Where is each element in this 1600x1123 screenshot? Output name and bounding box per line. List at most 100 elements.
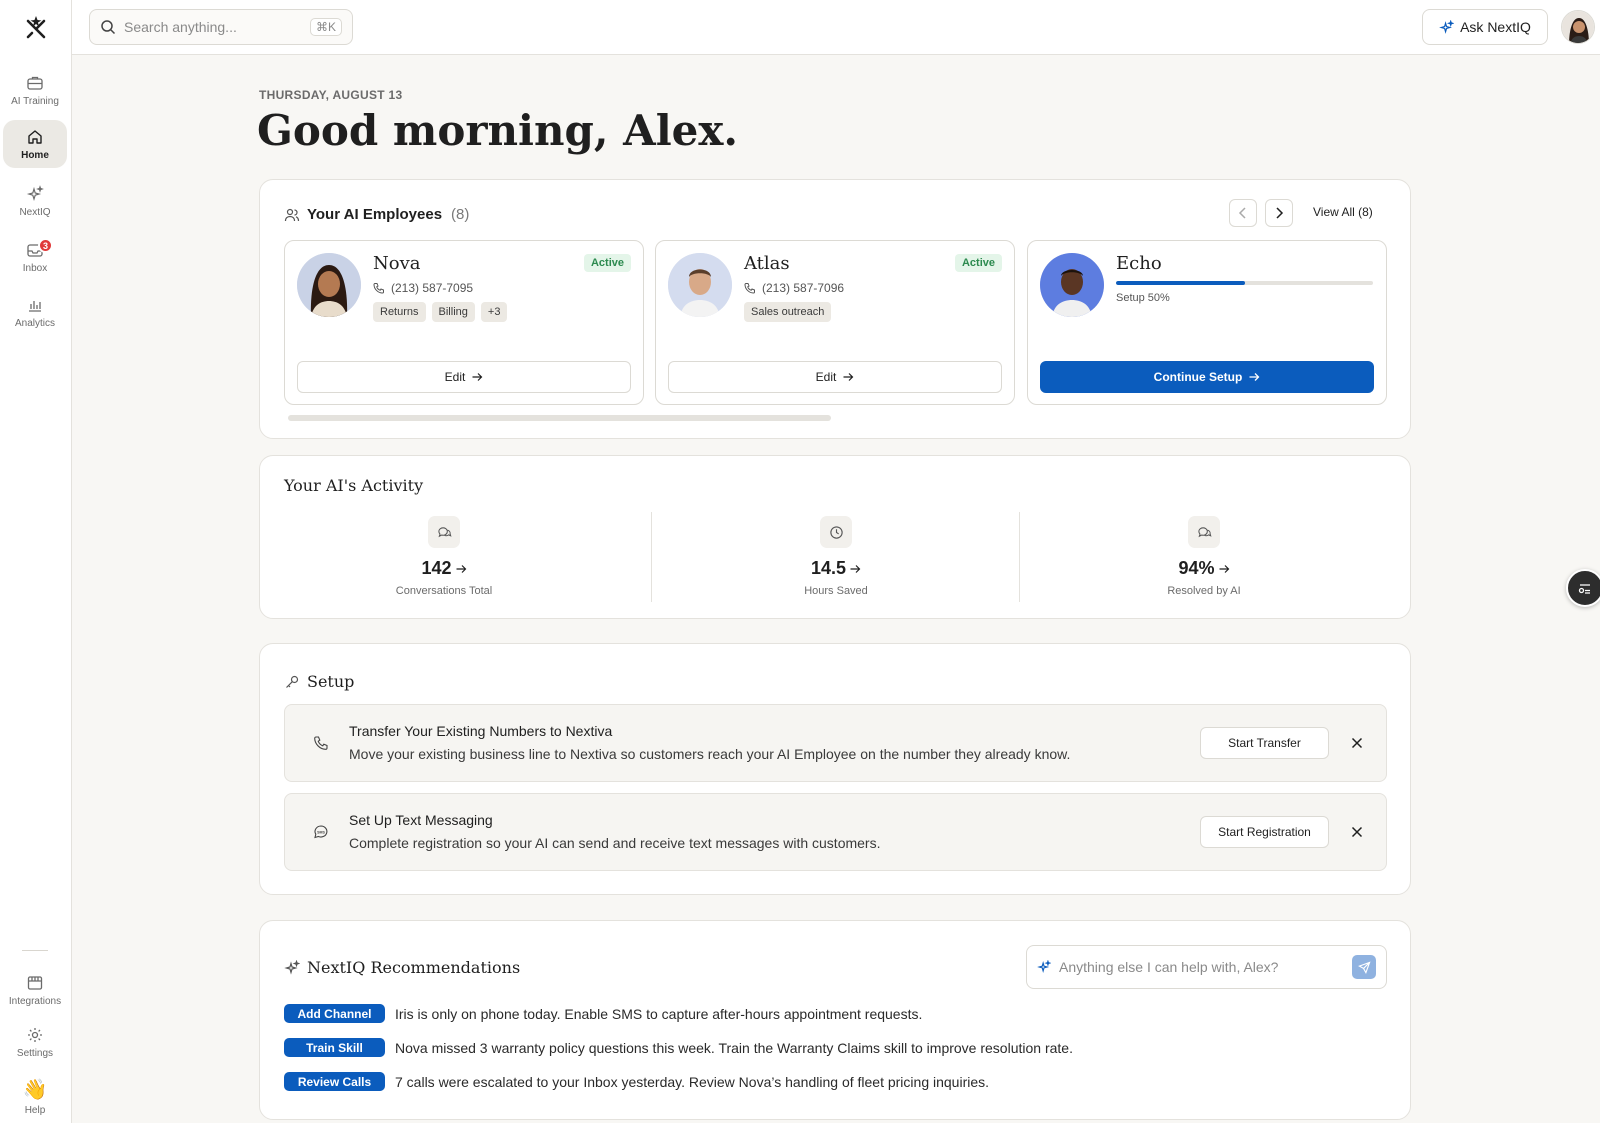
search-input[interactable]: Search anything... ⌘K — [89, 9, 353, 45]
employee-phone: (213) 587-7096 — [744, 281, 844, 295]
key-icon — [286, 675, 299, 688]
nextiq-chat-input[interactable]: Anything else I can help with, Alex? — [1026, 945, 1387, 989]
metric-number: 142 — [421, 558, 452, 578]
train-skill-button[interactable]: Train Skill — [284, 1038, 385, 1057]
employee-card-nova[interactable]: Nova Active (213) 587-7095 Returns Billi… — [284, 240, 644, 405]
employee-avatar — [668, 253, 732, 317]
view-all-employees-link[interactable]: View All (8) — [1313, 205, 1373, 219]
ai-employees-title: Your AI Employees (8) — [284, 206, 469, 223]
carousel-scrollbar[interactable] — [288, 415, 831, 421]
employee-tags: Sales outreach — [744, 302, 832, 322]
metric-hours-saved[interactable]: 14.5 Hours Saved — [652, 512, 1020, 602]
sidebar-item-label: Analytics — [14, 317, 55, 329]
continue-setup-label: Continue Setup — [1153, 370, 1243, 384]
recommendation-text: 7 calls were escalated to your Inbox yes… — [395, 1073, 990, 1090]
sidebar-item-inbox[interactable]: 3 Inbox — [3, 233, 67, 281]
home-icon — [28, 129, 42, 144]
setup-task-description: Complete registration so your AI can sen… — [349, 835, 881, 851]
edit-employee-button[interactable]: Edit — [297, 361, 631, 393]
users-icon — [284, 208, 300, 221]
topbar: Search anything... ⌘K Ask NextIQ — [72, 0, 1600, 55]
metric-resolved[interactable]: 94% Resolved by AI — [1020, 512, 1388, 602]
arrow-right-icon — [843, 373, 854, 381]
continue-setup-button[interactable]: Continue Setup — [1040, 361, 1374, 393]
recommendation-item: Review Calls 7 calls were escalated to y… — [284, 1072, 989, 1091]
employee-tags: Returns Billing +3 — [373, 302, 508, 322]
chevron-left-icon — [1238, 207, 1246, 219]
recommendation-text: Nova missed 3 warranty policy questions … — [395, 1039, 1073, 1056]
setup-task-transfer: Transfer Your Existing Numbers to Nextiv… — [284, 704, 1387, 782]
sidebar-item-help[interactable]: 👋 Help — [3, 1072, 67, 1122]
metric-value: 142 — [260, 558, 628, 579]
edit-employee-button[interactable]: Edit — [668, 361, 1002, 393]
employee-phone-number: (213) 587-7095 — [391, 281, 474, 295]
sidebar-divider — [22, 950, 48, 951]
metric-number: 94% — [1178, 558, 1215, 578]
wave-hand-icon: 👋 — [22, 1078, 48, 1101]
metric-conversations[interactable]: 142 Conversations Total — [260, 512, 628, 602]
skill-tag: Sales outreach — [744, 302, 832, 322]
setup-progress-bar — [1116, 281, 1373, 285]
phone-icon — [373, 283, 384, 294]
carousel-next-button[interactable] — [1265, 199, 1293, 227]
page-title: Good morning, Alex. — [257, 106, 739, 155]
close-icon[interactable] — [1349, 824, 1365, 840]
sidebar-item-label: Home — [21, 149, 49, 161]
employee-phone: (213) 587-7095 — [373, 281, 473, 295]
metric-value: 14.5 — [652, 558, 1020, 579]
employee-card-echo[interactable]: Echo Setup 50% Continue Setup — [1027, 240, 1387, 405]
recommendations-heading: NextIQ Recommendations — [307, 958, 521, 977]
sidebar-item-integrations[interactable]: Integrations — [3, 966, 67, 1014]
send-button[interactable] — [1352, 955, 1376, 979]
send-icon — [1357, 960, 1371, 974]
review-calls-button[interactable]: Review Calls — [284, 1072, 385, 1091]
phone-icon — [314, 736, 328, 750]
ai-activity-title: Your AI's Activity — [284, 476, 424, 495]
start-transfer-button[interactable]: Start Transfer — [1200, 727, 1329, 759]
floating-panel-button[interactable] — [1566, 569, 1600, 607]
nextiva-logo-icon[interactable] — [21, 13, 51, 43]
metric-number: 14.5 — [810, 558, 847, 578]
sidebar-item-label: Settings — [16, 1047, 54, 1059]
employee-name: Echo — [1116, 253, 1162, 274]
sidebar-item-home[interactable]: Home — [3, 120, 67, 168]
recommendation-item: Add Channel Iris is only on phone today.… — [284, 1004, 922, 1023]
setup-card: Setup Transfer Your Existing Numbers to … — [259, 643, 1411, 895]
ask-nextiq-button[interactable]: Ask NextIQ — [1422, 9, 1548, 45]
carousel-prev-button[interactable] — [1229, 199, 1257, 227]
recommendation-text: Iris is only on phone today. Enable SMS … — [395, 1005, 923, 1022]
chevron-right-icon — [1276, 207, 1284, 219]
add-channel-button[interactable]: Add Channel — [284, 1004, 385, 1023]
metric-icon-box — [428, 516, 460, 548]
employee-avatar — [1040, 253, 1104, 317]
setup-task-title: Transfer Your Existing Numbers to Nextiv… — [349, 723, 613, 739]
clock-icon — [829, 525, 843, 539]
svg-text:SMS: SMS — [317, 830, 325, 834]
status-badge: Active — [583, 254, 631, 272]
sidebar-item-label: NextIQ — [19, 206, 51, 218]
user-avatar[interactable] — [1561, 10, 1595, 44]
employee-avatar — [297, 253, 361, 317]
employee-card-atlas[interactable]: Atlas Active (213) 587-7096 Sales outrea… — [655, 240, 1015, 405]
close-icon[interactable] — [1349, 735, 1365, 751]
sidebar-item-settings[interactable]: Settings — [3, 1018, 67, 1066]
more-tags-tag[interactable]: +3 — [480, 302, 508, 322]
setup-task-description: Move your existing business line to Next… — [349, 746, 1071, 762]
search-shortcut: ⌘K — [309, 18, 342, 36]
sidebar-item-ai-training[interactable]: AI Training — [3, 66, 67, 114]
start-registration-button[interactable]: Start Registration — [1200, 816, 1329, 848]
employee-phone-number: (213) 587-7096 — [762, 281, 845, 295]
metric-label: Conversations Total — [395, 585, 493, 597]
setup-heading: Setup — [307, 672, 355, 691]
arrow-right-icon — [1249, 373, 1260, 381]
metric-icon-box — [1188, 516, 1220, 548]
sidebar-item-nextiq[interactable]: NextIQ — [3, 177, 67, 225]
sparkle-icon — [1037, 960, 1051, 974]
search-icon — [101, 20, 116, 35]
setup-progress-label: Setup 50% — [1116, 292, 1170, 304]
list-toggle-icon — [1578, 584, 1590, 594]
sidebar-item-analytics[interactable]: Analytics — [3, 288, 67, 336]
skill-tag: Returns — [373, 302, 426, 322]
sidebar-item-label: AI Training — [11, 95, 59, 107]
phone-icon — [744, 283, 755, 294]
